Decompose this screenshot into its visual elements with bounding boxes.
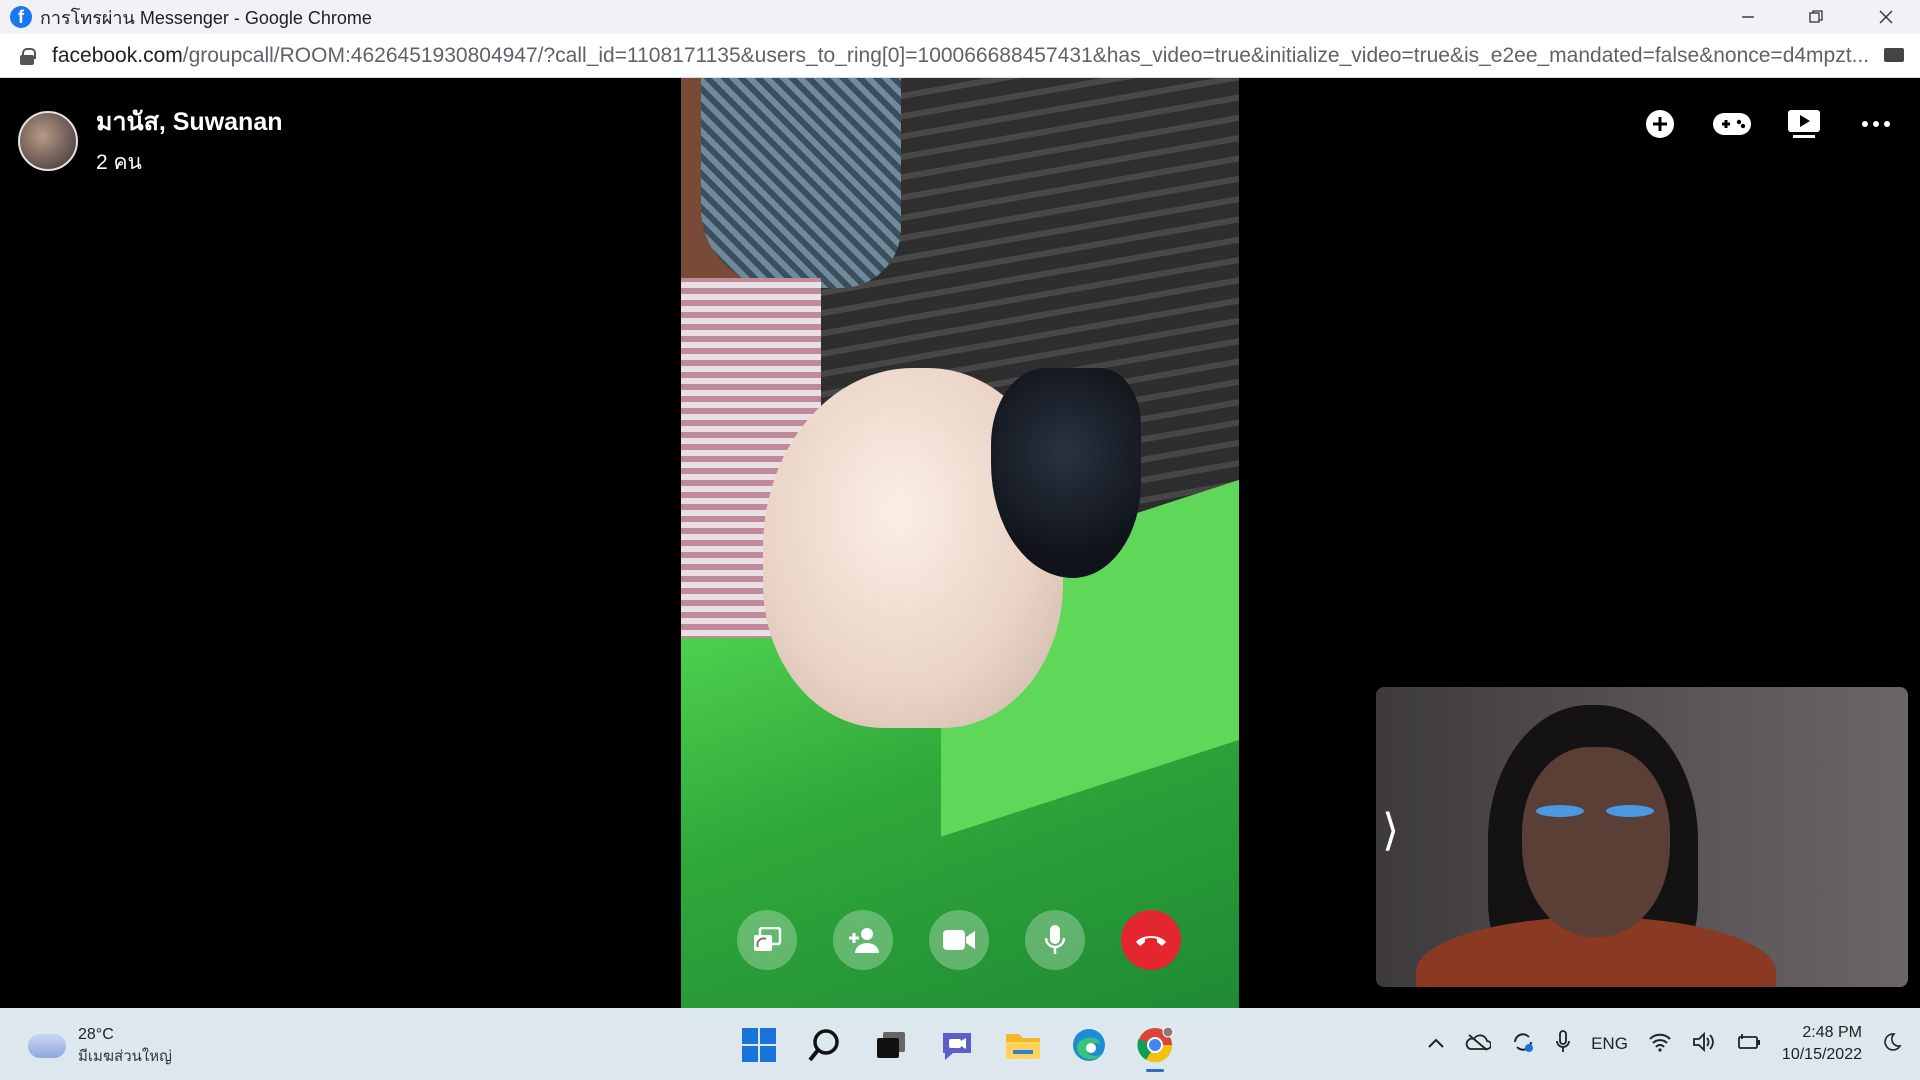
participant-count: 2 คน (96, 151, 142, 174)
file-explorer-icon[interactable] (1000, 1022, 1046, 1068)
more-icon[interactable] (1854, 102, 1898, 146)
clock-time: 2:48 PM (1802, 1024, 1862, 1041)
call-view: มานัส, Suwanan 2 คน ⟩ (0, 78, 1920, 1008)
restore-button[interactable] (1782, 0, 1850, 34)
weather-widget[interactable]: 28°C มีเมฆส่วนใหญ่ (28, 1024, 172, 1068)
onedrive-icon[interactable] (1465, 1033, 1492, 1056)
search-icon[interactable] (802, 1022, 848, 1068)
camera-in-use-icon[interactable] (1884, 48, 1904, 62)
collapse-self-view-icon[interactable]: ⟩ (1382, 805, 1399, 856)
call-controls (737, 910, 1181, 970)
game-controller-icon[interactable] (1710, 102, 1754, 146)
remote-video[interactable] (681, 78, 1239, 1008)
battery-icon[interactable] (1736, 1033, 1762, 1056)
browser-title-bar: f การโทรผ่าน Messenger - Google Chrome (0, 0, 1920, 34)
weather-description: มีเมฆส่วนใหญ่ (78, 1048, 172, 1065)
call-title: มานัส, Suwanan (96, 108, 283, 136)
focus-moon-icon[interactable] (1882, 1032, 1902, 1057)
minimize-button[interactable] (1714, 0, 1782, 34)
language-indicator[interactable]: ENG (1591, 1034, 1628, 1054)
add-icon[interactable] (1638, 102, 1682, 146)
cloud-icon (28, 1034, 66, 1058)
chevron-up-icon[interactable] (1427, 1034, 1445, 1054)
taskbar-apps (736, 1022, 1178, 1072)
weather-temperature: 28°C (78, 1026, 114, 1043)
wifi-icon[interactable] (1648, 1032, 1672, 1057)
close-button[interactable] (1852, 0, 1920, 34)
volume-icon[interactable] (1692, 1031, 1716, 1057)
facebook-icon: f (10, 6, 32, 28)
edge-icon[interactable] (1066, 1022, 1112, 1068)
window-title: การโทรผ่าน Messenger - Google Chrome (40, 7, 372, 28)
chrome-icon[interactable] (1132, 1022, 1178, 1072)
teams-chat-icon[interactable] (934, 1022, 980, 1068)
watch-together-icon[interactable] (1782, 102, 1826, 146)
clock-date: 10/15/2022 (1781, 1046, 1862, 1063)
end-call-icon[interactable] (1121, 910, 1181, 970)
self-view-video[interactable]: ⟩ (1376, 687, 1908, 987)
system-tray: ENG 2:48 PM 10/15/2022 (1427, 1022, 1902, 1066)
video-camera-icon[interactable] (929, 910, 989, 970)
task-view-icon[interactable] (868, 1022, 914, 1068)
windows-start-icon[interactable] (736, 1022, 782, 1068)
windows-taskbar: 28°C มีเมฆส่วนใหญ่ ENG 2:48 PM 10/15/202… (0, 1008, 1920, 1080)
call-top-actions (1638, 102, 1898, 146)
call-header: มานัส, Suwanan 2 คน (18, 102, 283, 179)
address-bar[interactable]: facebook.com/groupcall/ROOM:462645193080… (0, 34, 1920, 78)
microphone-tray-icon[interactable] (1555, 1029, 1571, 1059)
microphone-icon[interactable] (1025, 910, 1085, 970)
clock[interactable]: 2:48 PM 10/15/2022 (1782, 1022, 1862, 1066)
share-screen-icon[interactable] (737, 910, 797, 970)
lock-icon[interactable] (20, 47, 36, 65)
avatar[interactable] (18, 110, 78, 171)
sync-icon[interactable] (1511, 1030, 1535, 1059)
add-person-icon[interactable] (833, 910, 893, 970)
url-text[interactable]: facebook.com/groupcall/ROOM:462645193080… (52, 44, 1872, 68)
